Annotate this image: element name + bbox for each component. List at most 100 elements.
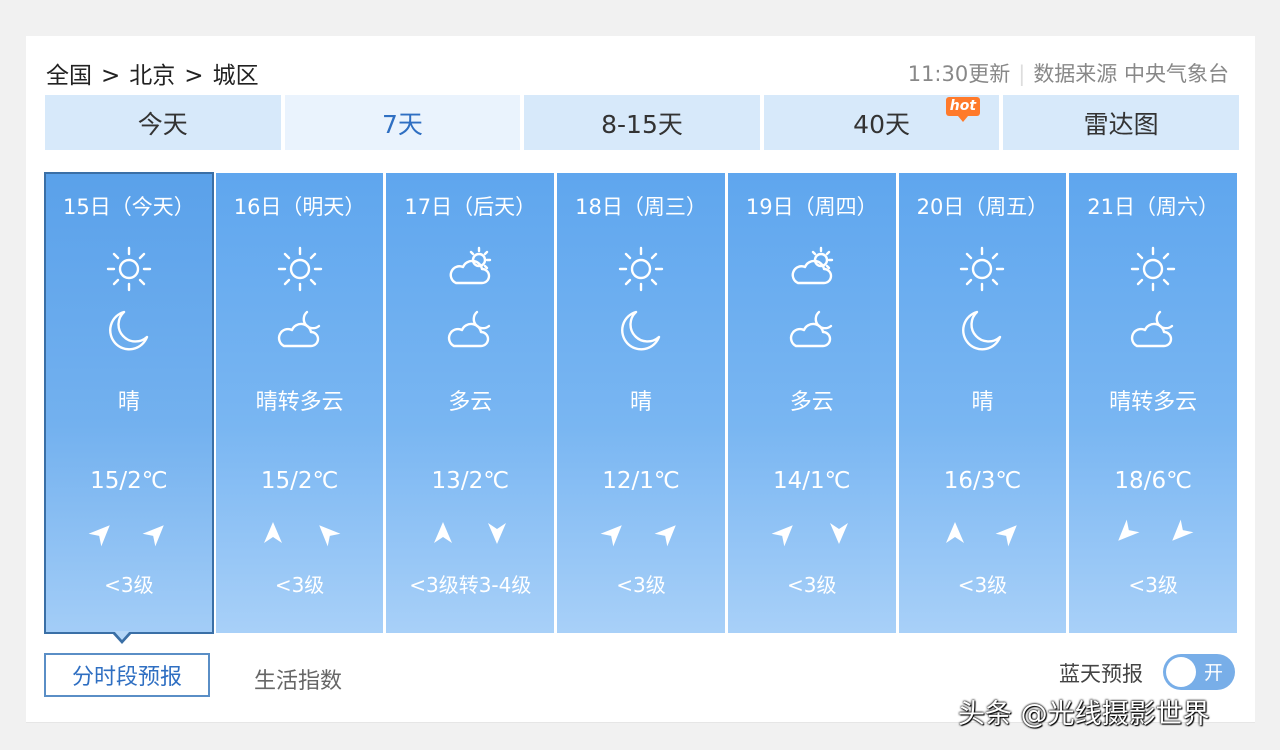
- partly-cloudy-day-icon: [444, 243, 496, 295]
- partly-cloudy-night-icon: [444, 304, 496, 356]
- wind-directions: [216, 519, 384, 551]
- temperature: 13/2℃: [431, 468, 510, 494]
- day-date: 17日（后天）: [404, 195, 537, 219]
- weather-description: 晴: [117, 390, 140, 415]
- wind-arrow-nw-icon: [313, 519, 341, 551]
- wind-arrow-sw-icon: [1166, 519, 1194, 551]
- wind-directions: [386, 519, 554, 551]
- weather-panel: 全国 > 北京 > 城区 11:30更新 | 数据来源 中央气象台 今天 7天 8-15天 40天…: [26, 36, 1255, 723]
- wind-level: <3级: [274, 573, 325, 597]
- breadcrumb-district[interactable]: 城区: [213, 63, 259, 89]
- data-source: 数据来源 中央气象台: [1033, 62, 1229, 86]
- wind-arrow-ne-icon: [142, 519, 170, 551]
- toggle-knob: [1166, 657, 1196, 687]
- weather-description: 多云: [789, 390, 834, 415]
- day-card[interactable]: 21日（周六） 晴转多云 18/6℃ <3级: [1069, 173, 1238, 633]
- partly-cloudy-night-icon: [274, 304, 326, 356]
- day-date: 19日（周四）: [745, 195, 878, 219]
- watermark: 头条 @光线摄影世界: [958, 699, 1210, 730]
- weather-description: 多云: [448, 390, 493, 415]
- tab-label: 雷达图: [1083, 109, 1159, 139]
- wind-level: <3级: [104, 573, 154, 597]
- tab-2[interactable]: 8-15天: [524, 95, 760, 150]
- selected-day-pointer: [112, 631, 132, 644]
- tab-label: 7天: [381, 109, 423, 139]
- tab-1[interactable]: 7天: [284, 95, 521, 150]
- wind-arrow-ne-icon: [995, 519, 1023, 551]
- wind-level: <3级: [786, 573, 837, 597]
- breadcrumb-city[interactable]: 北京: [129, 63, 175, 89]
- weather-description: 晴转多云: [255, 390, 344, 415]
- partly-cloudy-day-icon: [786, 243, 838, 295]
- temperature: 12/1℃: [602, 468, 680, 494]
- wind-arrow-ne-icon: [600, 519, 628, 551]
- breadcrumb: 全国 > 北京 > 城区: [46, 56, 259, 90]
- day-card[interactable]: 20日（周五） 晴 16/3℃ <3级: [898, 173, 1067, 633]
- wind-arrow-ne-icon: [88, 519, 116, 551]
- wind-arrow-n-icon: [259, 519, 287, 551]
- wind-level: <3级: [1128, 573, 1178, 597]
- wind-directions: [557, 519, 725, 551]
- divider: |: [1018, 62, 1026, 86]
- temperature: 16/3℃: [943, 468, 1022, 494]
- life-index-link[interactable]: 生活指数: [254, 663, 342, 695]
- moon-icon: [956, 304, 1008, 356]
- sun-icon: [1127, 243, 1179, 295]
- temperature: 14/1℃: [772, 468, 851, 494]
- wind-level: <3级: [957, 573, 1008, 597]
- tab-label: 今天: [137, 109, 188, 139]
- seven-day-forecast: 15日（今天） 晴 15/2℃ <3级 16日（明天） 晴转多云 15/2℃ <3级 17日（后…: [44, 172, 1238, 634]
- weather-description: 晴: [630, 390, 653, 415]
- wind-arrow-ne-icon: [771, 519, 799, 551]
- temperature: 15/2℃: [260, 468, 339, 494]
- wind-level: <3级转3-4级: [409, 573, 532, 597]
- update-time: 11:30更新: [907, 62, 1011, 86]
- weather-description: 晴转多云: [1109, 390, 1198, 415]
- wind-arrow-sw-icon: [1112, 519, 1140, 551]
- sun-icon: [274, 243, 326, 295]
- tab-4[interactable]: 雷达图: [1003, 95, 1239, 150]
- day-date: 20日（周五）: [916, 195, 1049, 219]
- day-date: 18日（周三）: [575, 195, 707, 219]
- tab-3[interactable]: 40天 hot: [763, 95, 1000, 150]
- breadcrumb-separator: >: [101, 63, 121, 89]
- toggle-label: 开: [1203, 662, 1223, 684]
- blue-sky-label: 蓝天预报: [1059, 662, 1143, 686]
- day-date: 15日（今天）: [62, 195, 195, 219]
- wind-arrow-s-icon: [483, 519, 511, 551]
- tab-label: 40天: [853, 109, 910, 139]
- weather-description: 晴: [971, 390, 994, 415]
- breadcrumb-separator: >: [184, 63, 204, 89]
- day-date: 21日（周六）: [1087, 195, 1220, 219]
- partly-cloudy-night-icon: [786, 304, 838, 356]
- wind-arrow-s-icon: [825, 519, 853, 551]
- wind-level: <3级: [616, 573, 666, 597]
- wind-arrow-n-icon: [941, 519, 969, 551]
- wind-directions: [728, 519, 896, 551]
- breadcrumb-country[interactable]: 全国: [46, 63, 92, 89]
- tab-label: 8-15天: [601, 109, 683, 139]
- sun-icon: [103, 243, 155, 295]
- wind-directions: [1069, 519, 1237, 551]
- wind-directions: [899, 519, 1067, 551]
- partly-cloudy-night-icon: [1127, 304, 1179, 356]
- day-card[interactable]: 16日（明天） 晴转多云 15/2℃ <3级: [215, 173, 384, 633]
- wind-arrow-n-icon: [429, 519, 457, 551]
- moon-icon: [615, 304, 667, 356]
- hot-badge: hot: [945, 97, 981, 122]
- day-card[interactable]: 18日（周三） 晴 12/1℃ <3级: [557, 173, 725, 633]
- moon-icon: [103, 304, 155, 356]
- temperature: 15/2℃: [90, 468, 168, 494]
- wind-arrow-ne-icon: [654, 519, 682, 551]
- update-info: 11:30更新 | 数据来源 中央气象台: [908, 58, 1229, 88]
- period-forecast-button[interactable]: 分时段预报: [44, 653, 210, 697]
- blue-sky-toggle[interactable]: 开: [1163, 654, 1235, 690]
- temperature: 18/6℃: [1114, 468, 1192, 494]
- tab-0[interactable]: 今天: [45, 95, 281, 150]
- wind-directions: [45, 519, 213, 551]
- day-card[interactable]: 15日（今天） 晴 15/2℃ <3级: [44, 172, 214, 634]
- day-card[interactable]: 17日（后天） 多云 13/2℃ <3级转3-4级: [386, 173, 555, 633]
- forecast-tabs: 今天 7天 8-15天 40天 hot 雷达图: [45, 95, 1239, 150]
- sun-icon: [956, 243, 1008, 295]
- day-card[interactable]: 19日（周四） 多云 14/1℃ <3级: [727, 173, 896, 633]
